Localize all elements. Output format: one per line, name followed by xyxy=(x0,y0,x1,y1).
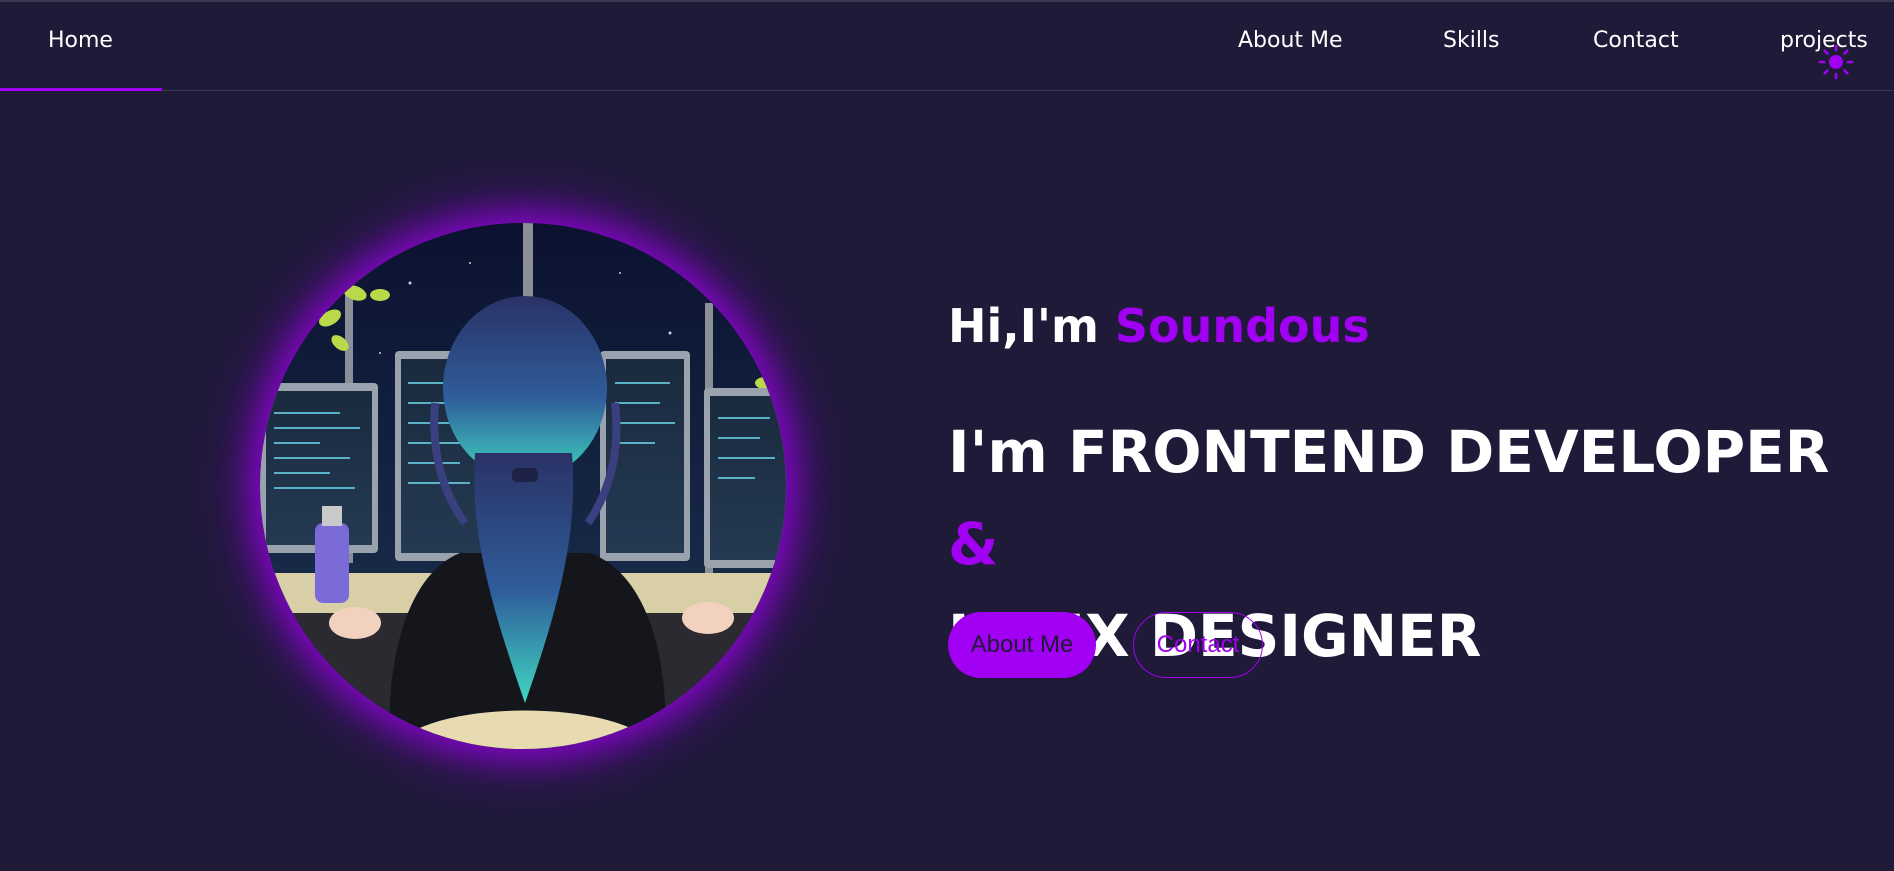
nav-link-about[interactable]: About Me xyxy=(1238,28,1343,53)
developer-avatar-illustration xyxy=(260,223,786,749)
nav-link-contact[interactable]: Contact xyxy=(1593,28,1679,53)
theme-toggle-button[interactable] xyxy=(1818,44,1854,80)
sun-icon xyxy=(1818,44,1854,80)
greeting-prefix: Hi,I'm xyxy=(948,299,1115,353)
greeting-heading: Hi,I'm Soundous xyxy=(948,296,1848,356)
role-line-1: I'm FRONTEND DEVELOPER xyxy=(948,418,1830,486)
nav-link-skills[interactable]: Skills xyxy=(1443,28,1500,53)
active-nav-indicator xyxy=(0,88,162,91)
developer-name: Soundous xyxy=(1114,299,1370,353)
nav-link-home[interactable]: Home xyxy=(48,28,113,53)
profile-avatar xyxy=(260,223,786,749)
about-me-button[interactable]: About Me xyxy=(948,612,1096,678)
navbar: Home About Me Skills Contact projects xyxy=(0,2,1894,91)
contact-button[interactable]: Contact xyxy=(1133,612,1263,678)
role-ampersand: & xyxy=(948,510,999,578)
hero-section: Hi,I'm Soundous I'm FRONTEND DEVELOPER &… xyxy=(948,296,1848,670)
